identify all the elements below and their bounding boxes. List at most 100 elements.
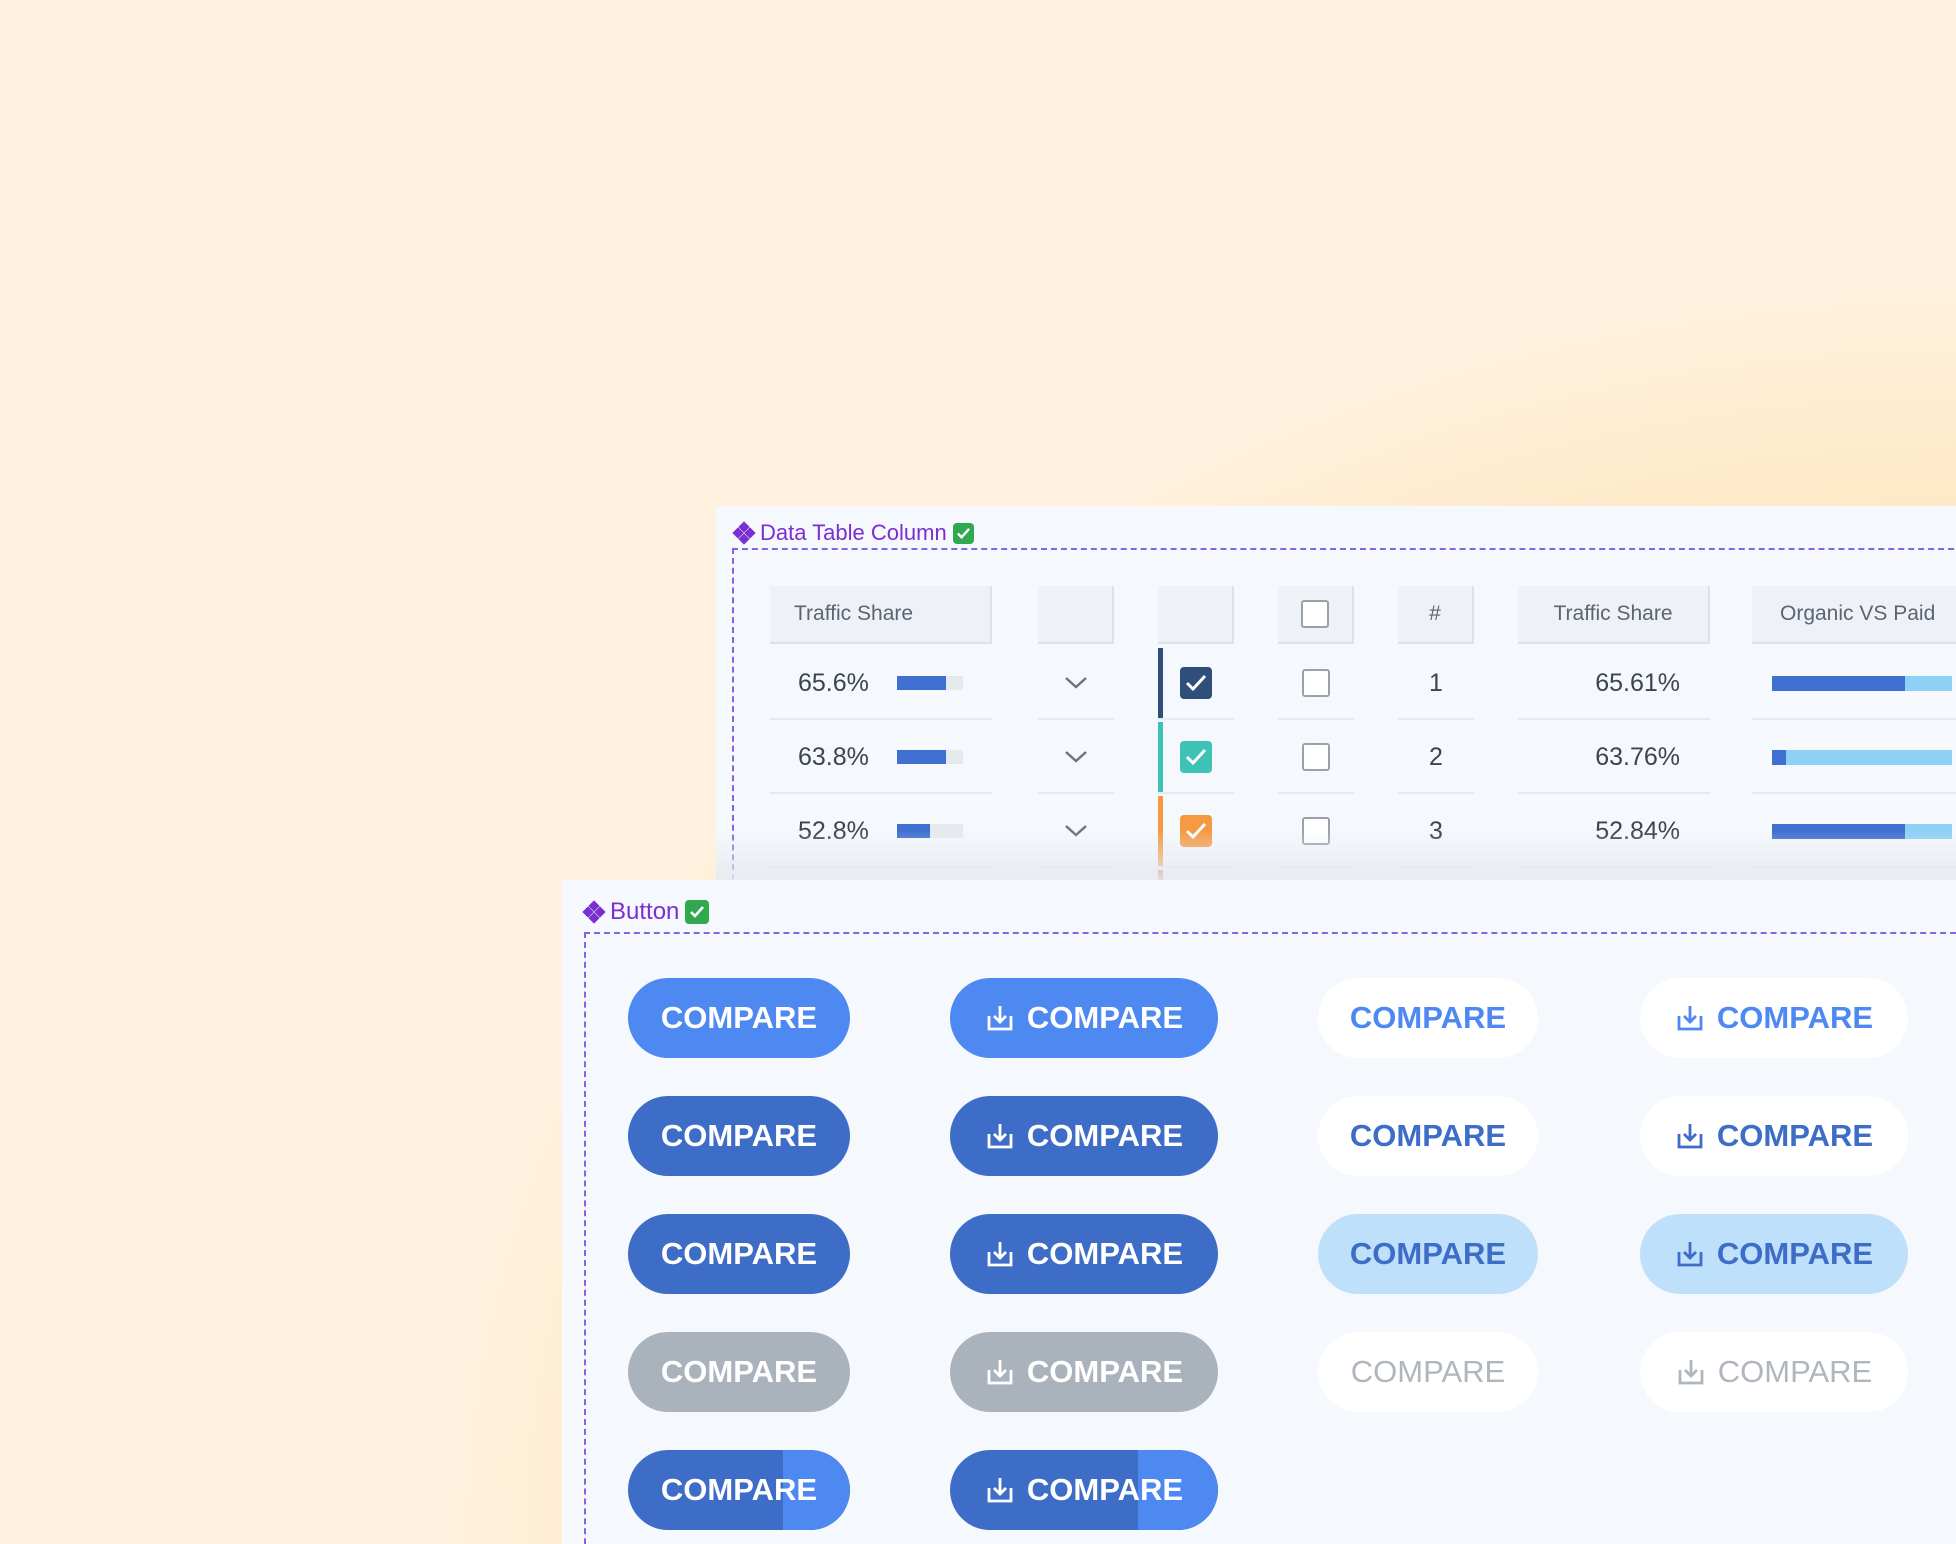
compare-button-label: COMPARE	[1026, 1118, 1184, 1153]
rank-cell: 1	[1398, 648, 1474, 720]
expand-cell	[1038, 648, 1114, 720]
row-checkbox-checked[interactable]	[1180, 741, 1212, 773]
organic-vs-paid-cell	[1752, 796, 1956, 868]
column-header-label: Traffic Share	[794, 602, 914, 625]
rank-value: 2	[1429, 742, 1443, 771]
compare-button[interactable]: COMPARE	[628, 1332, 850, 1412]
traffic-share-bar	[896, 824, 963, 838]
checkmark-icon	[1185, 674, 1207, 692]
download-icon	[1677, 1006, 1703, 1031]
table-row: 52.8%	[770, 796, 992, 868]
traffic-share-precise-value: 52.84%	[1595, 816, 1680, 845]
traffic-share-precise-cell: 65.61%	[1518, 648, 1710, 720]
select-all-checkbox[interactable]	[1301, 600, 1329, 628]
rank-value: 1	[1429, 668, 1443, 697]
compare-button[interactable]: COMPARE	[950, 1096, 1218, 1176]
component-icon	[732, 521, 756, 545]
compare-button[interactable]: COMPARE	[628, 1096, 850, 1176]
compare-button[interactable]: COMPARE	[1318, 1096, 1538, 1176]
compare-button[interactable]: COMPARE	[1640, 1214, 1908, 1294]
row-checkbox[interactable]	[1302, 743, 1330, 771]
color-cell	[1158, 796, 1234, 868]
compare-button-label: COMPARE	[660, 1472, 818, 1507]
column-header-label: Organic VS Paid	[1780, 602, 1936, 625]
checkmark-icon	[685, 900, 710, 924]
compare-button-label: COMPARE	[1026, 1000, 1184, 1035]
row-color-strip	[1158, 648, 1163, 718]
compare-button-label: COMPARE	[660, 1000, 818, 1035]
traffic-share-bar	[896, 750, 963, 764]
row-checkbox-checked[interactable]	[1180, 667, 1212, 699]
compare-button[interactable]: COMPARE	[1318, 1332, 1538, 1412]
chevron-down-icon[interactable]	[1063, 749, 1089, 765]
chevron-down-icon[interactable]	[1063, 823, 1089, 839]
row-color-strip	[1158, 722, 1163, 792]
row-checkbox[interactable]	[1302, 817, 1330, 845]
compare-button-label: COMPARE	[1716, 1236, 1874, 1271]
select-cell	[1278, 722, 1354, 794]
table-row: 65.6%	[770, 648, 992, 720]
select-cell	[1278, 648, 1354, 720]
rank-cell: 2	[1398, 722, 1474, 794]
color-cell	[1158, 722, 1234, 794]
compare-button-label: COMPARE	[1716, 1118, 1874, 1153]
compare-button[interactable]: COMPARE	[1318, 978, 1538, 1058]
row-checkbox[interactable]	[1302, 669, 1330, 697]
column-header-organic-vs-paid[interactable]: Organic VS Paid	[1752, 586, 1956, 644]
chevron-down-icon[interactable]	[1063, 675, 1089, 691]
organic-vs-paid-cell	[1752, 722, 1956, 794]
traffic-share-value: 65.6%	[798, 668, 869, 697]
row-color-strip	[1158, 870, 1163, 880]
traffic-share-precise-value: 65.61%	[1595, 668, 1680, 697]
column-header-traffic-share[interactable]: Traffic Share	[770, 586, 992, 644]
table-row: 63.8%	[770, 722, 992, 794]
row-checkbox-checked[interactable]	[1180, 815, 1212, 847]
compare-button-label: COMPARE	[1026, 1472, 1184, 1507]
column-header-label: #	[1429, 602, 1441, 625]
download-icon	[1678, 1360, 1704, 1385]
compare-button[interactable]: COMPARE	[1640, 1332, 1908, 1412]
column-header-color	[1158, 586, 1234, 644]
button-label: Button	[582, 898, 710, 926]
expand-cell	[1038, 796, 1114, 868]
rank-value: 3	[1429, 816, 1443, 845]
expand-cell	[1038, 722, 1114, 794]
organic-vs-paid-cell	[1752, 648, 1956, 720]
column-header-traffic-share-precise[interactable]: Traffic Share	[1518, 586, 1710, 644]
panel-title: Button	[610, 898, 680, 925]
compare-button-label: COMPARE	[660, 1354, 818, 1389]
organic-vs-paid-bar	[1772, 823, 1952, 839]
compare-button-label: COMPARE	[1026, 1236, 1184, 1271]
compare-button-label: COMPARE	[1349, 1118, 1507, 1153]
compare-button[interactable]: COMPARE	[628, 1450, 850, 1530]
select-cell	[1278, 796, 1354, 868]
download-icon	[1677, 1242, 1703, 1267]
button-panel: Button COMPARE COMPARE COMPARE COMPARE COMPA…	[562, 880, 1956, 1544]
compare-button[interactable]: COMPARE	[950, 1332, 1218, 1412]
download-icon	[987, 1006, 1013, 1031]
download-icon	[987, 1478, 1013, 1503]
color-cell	[1158, 648, 1234, 720]
download-icon	[987, 1360, 1013, 1385]
compare-button-label: COMPARE	[1350, 1354, 1506, 1389]
compare-button[interactable]: COMPARE	[950, 1450, 1218, 1530]
compare-button[interactable]: COMPARE	[950, 1214, 1218, 1294]
organic-vs-paid-bar	[1772, 749, 1952, 765]
compare-button[interactable]: COMPARE	[1318, 1214, 1538, 1294]
download-icon	[1677, 1124, 1703, 1149]
compare-button[interactable]: COMPARE	[1640, 1096, 1908, 1176]
column-header-select	[1278, 586, 1354, 644]
column-header-label: Traffic Share	[1553, 602, 1673, 625]
organic-vs-paid-bar	[1772, 675, 1952, 691]
checkmark-icon	[1185, 822, 1207, 840]
compare-button[interactable]: COMPARE	[1640, 978, 1908, 1058]
compare-button[interactable]: COMPARE	[628, 978, 850, 1058]
data-table-column-panel: Data Table Column Traffic Share # Traffi…	[716, 506, 1956, 880]
compare-button[interactable]: COMPARE	[628, 1214, 850, 1294]
download-icon	[987, 1124, 1013, 1149]
compare-button[interactable]: COMPARE	[950, 978, 1218, 1058]
column-header-rank[interactable]: #	[1398, 586, 1474, 644]
traffic-share-bar	[896, 676, 963, 690]
compare-button-label: COMPARE	[1349, 1000, 1507, 1035]
row-color-strip	[1158, 796, 1163, 866]
